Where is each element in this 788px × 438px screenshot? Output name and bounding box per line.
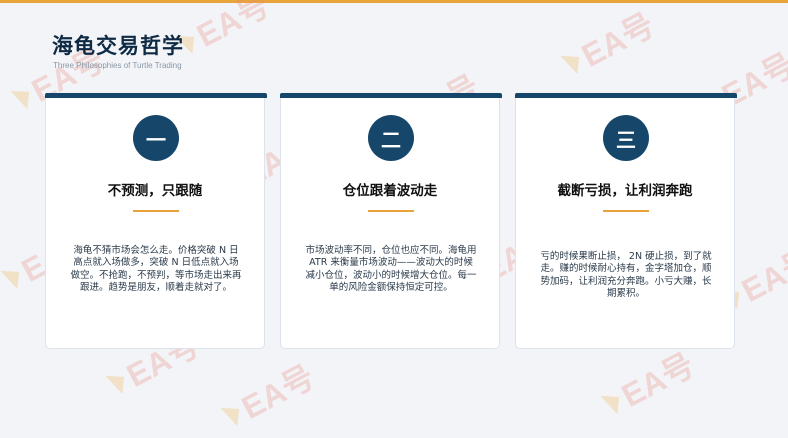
card-number-badge: 三 xyxy=(603,115,649,161)
page-title: 海龟交易哲学 xyxy=(52,34,184,58)
card-number-badge: 一 xyxy=(133,115,179,161)
card-heading: 不预测，只跟随 xyxy=(107,183,203,199)
card-divider xyxy=(133,210,179,212)
card-top-stripe xyxy=(515,93,737,98)
watermark: EA号 xyxy=(595,340,702,426)
page-subtitle: Three Philosophies of Turtle Trading xyxy=(53,61,182,70)
card-divider xyxy=(603,210,649,212)
card-body: 亏的时候果断止损， 2N 硬止损，到了就走。赚的时候耐心持有，金字塔加仓，顺势加… xyxy=(540,251,712,300)
card-body: 海龟不猜市场会怎么走。价格突破 N 日高点就入场做多，突破 N 日低点就入场做空… xyxy=(70,245,242,294)
card-heading: 截断亏损，让利润奔跑 xyxy=(557,183,693,199)
watermark: EA号 xyxy=(215,352,322,438)
card-top-stripe xyxy=(45,93,267,98)
watermark: EA号 xyxy=(170,0,277,66)
philosophy-card-3: 三 截断亏损，让利润奔跑 亏的时候果断止损， 2N 硬止损，到了就走。赚的时候耐… xyxy=(515,93,737,349)
watermark: EA号 xyxy=(555,0,662,86)
card-divider xyxy=(368,210,414,212)
card-heading: 仓位跟着波动走 xyxy=(342,183,438,199)
top-accent-bar xyxy=(0,0,788,3)
card-body: 市场波动率不同，仓位也应不同。海龟用 ATR 来衡量市场波动——波动大的时候减小… xyxy=(305,245,477,294)
card-top-stripe xyxy=(280,93,502,98)
philosophy-card-2: 二 仓位跟着波动走 市场波动率不同，仓位也应不同。海龟用 ATR 来衡量市场波动… xyxy=(280,93,502,349)
card-number-badge: 二 xyxy=(368,115,414,161)
philosophy-card-1: 一 不预测，只跟随 海龟不猜市场会怎么走。价格突破 N 日高点就入场做多，突破 … xyxy=(45,93,267,349)
